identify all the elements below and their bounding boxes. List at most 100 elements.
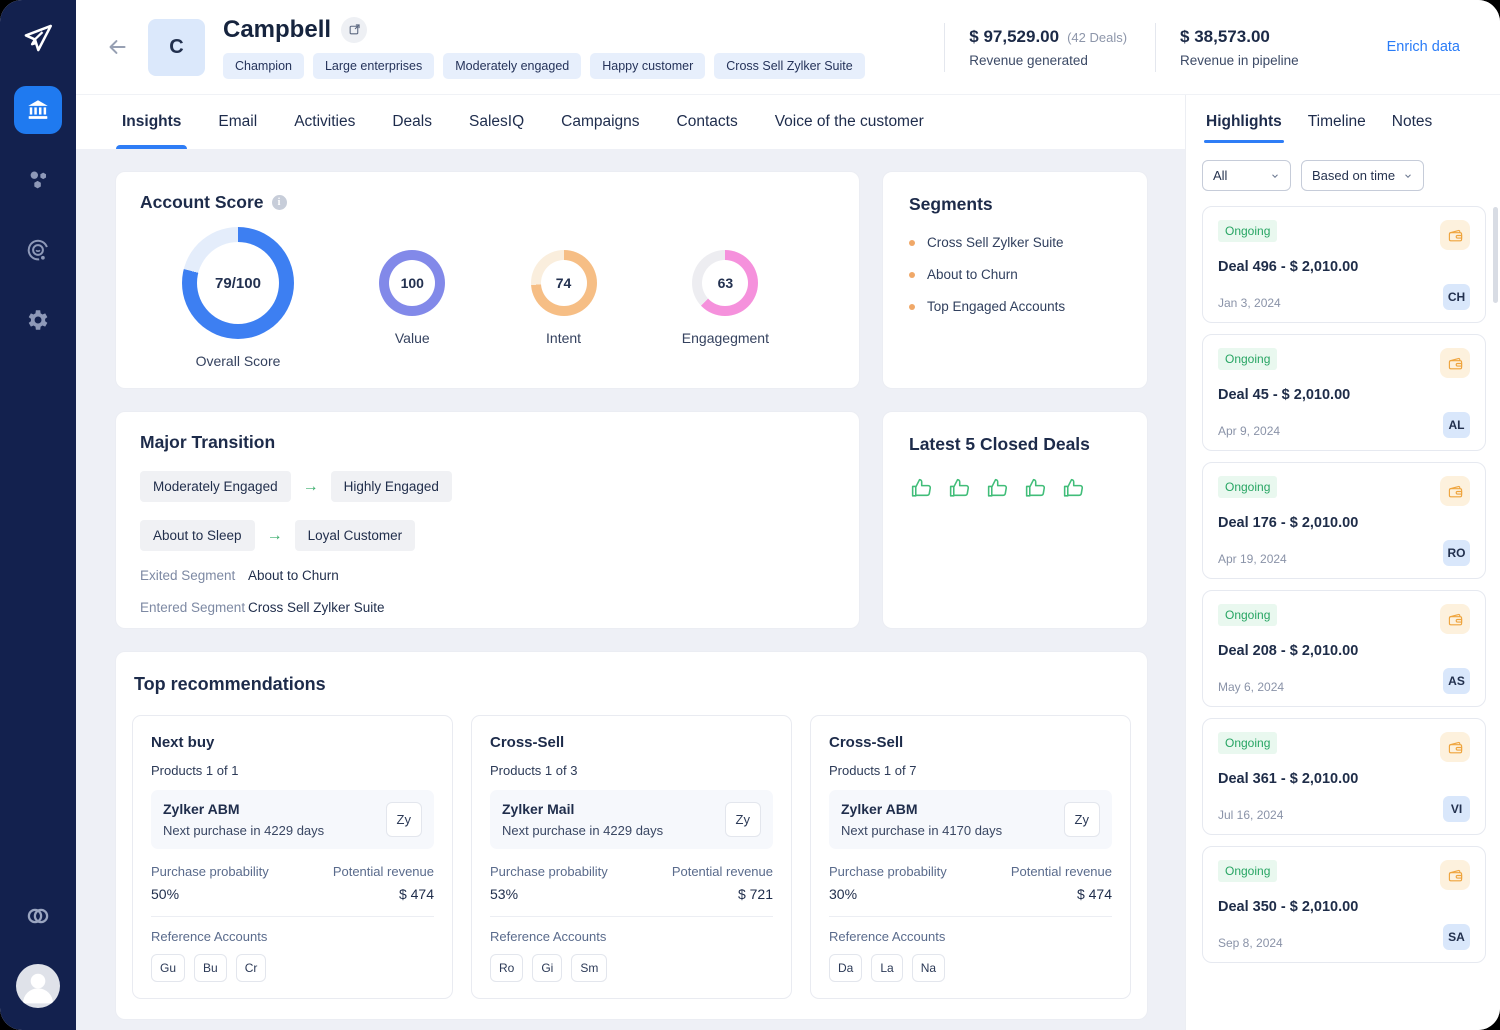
deal-card[interactable]: Ongoing Deal 361 - $ 2,010.00 Jul 16, 20…: [1202, 718, 1486, 835]
tab-highlights[interactable]: Highlights: [1206, 113, 1282, 143]
reference-account-chip[interactable]: La: [871, 954, 902, 982]
potential-revenue: Potential revenue $ 474: [1011, 864, 1112, 902]
reference-account-chip[interactable]: Bu: [194, 954, 227, 982]
wallet-icon: [1440, 476, 1470, 506]
reference-account-chip[interactable]: Ro: [490, 954, 523, 982]
thumbs-up-icon[interactable]: [1061, 475, 1086, 500]
tag[interactable]: Champion: [223, 53, 304, 79]
tag[interactable]: Happy customer: [590, 53, 705, 79]
user-avatar[interactable]: [16, 964, 60, 1008]
status-badge: Ongoing: [1218, 860, 1277, 882]
recommendation-cross-sell-2: Cross-Sell Products 1 of 7 Zylker ABM Ne…: [810, 715, 1131, 999]
potential-revenue: Potential revenue $ 474: [333, 864, 434, 902]
tab-voice-of-customer[interactable]: Voice of the customer: [775, 95, 924, 149]
sidebar-item-assistant[interactable]: [14, 226, 62, 274]
entered-segment-value: Cross Sell Zylker Suite: [248, 600, 385, 615]
arrow-right-icon: →: [303, 478, 319, 496]
product-next-purchase: Next purchase in 4229 days: [163, 823, 386, 838]
tab-notes[interactable]: Notes: [1392, 113, 1433, 143]
reference-account-chip[interactable]: Sm: [571, 954, 607, 982]
scrollbar[interactable]: [1493, 207, 1498, 303]
back-button[interactable]: [102, 32, 132, 62]
sidebar-item-settings[interactable]: [14, 296, 62, 344]
deal-card[interactable]: Ongoing Deal 208 - $ 2,010.00 May 6, 202…: [1202, 590, 1486, 707]
tab-salesiq[interactable]: SalesIQ: [469, 95, 524, 149]
purchase-probability-value: 30%: [829, 886, 947, 902]
tab-activities[interactable]: Activities: [294, 95, 355, 149]
deal-title: Deal 361 - $ 2,010.00: [1218, 771, 1470, 787]
filter-sort-dropdown[interactable]: Based on time: [1301, 160, 1424, 191]
gauge-intent: 74 Intent: [531, 250, 597, 346]
segment-item[interactable]: Top Engaged Accounts: [909, 299, 1121, 314]
deal-highlight-list: Ongoing Deal 496 - $ 2,010.00 Jan 3, 202…: [1202, 206, 1486, 963]
tab-email[interactable]: Email: [218, 95, 257, 149]
deal-title: Deal 45 - $ 2,010.00: [1218, 387, 1470, 403]
reference-account-chip[interactable]: Cr: [236, 954, 267, 982]
segments-card: Segments Cross Sell Zylker Suite About t…: [882, 171, 1148, 389]
major-transition-card: Major Transition Moderately Engaged → Hi…: [115, 411, 860, 629]
reference-accounts-label: Reference Accounts: [151, 929, 434, 944]
owner-initials-badge: SA: [1443, 924, 1470, 950]
transition-row: About to Sleep → Loyal Customer: [140, 520, 835, 551]
sidebar-item-accounts[interactable]: [14, 86, 62, 134]
reference-account-chip[interactable]: Gu: [151, 954, 185, 982]
sidebar-item-suite[interactable]: [14, 892, 62, 940]
thumbs-up-icon[interactable]: [1023, 475, 1048, 500]
revenue-pipeline-amount: $ 38,573.00: [1180, 27, 1270, 47]
product-badge: Zy: [1064, 802, 1100, 837]
segment-item[interactable]: Cross Sell Zylker Suite: [909, 235, 1121, 250]
enrich-data-link[interactable]: Enrich data: [1387, 39, 1460, 55]
transition-row: Moderately Engaged → Highly Engaged: [140, 471, 835, 502]
reference-account-chip[interactable]: Da: [829, 954, 862, 982]
reference-account-chip[interactable]: Gi: [532, 954, 562, 982]
segment-item[interactable]: About to Churn: [909, 267, 1121, 282]
transition-to: Loyal Customer: [295, 520, 416, 551]
tab-contacts[interactable]: Contacts: [677, 95, 738, 149]
status-badge: Ongoing: [1218, 604, 1277, 626]
tag[interactable]: Cross Sell Zylker Suite: [714, 53, 864, 79]
recommendation-type: Cross-Sell: [490, 734, 773, 751]
revenue-generated-amount: $ 97,529.00: [969, 27, 1059, 47]
deal-card[interactable]: Ongoing Deal 496 - $ 2,010.00 Jan 3, 202…: [1202, 206, 1486, 323]
tab-insights[interactable]: Insights: [122, 95, 181, 149]
product-badge: Zy: [386, 802, 422, 837]
recommendation-type: Cross-Sell: [829, 734, 1112, 751]
closed-deals-thumbs: [909, 475, 1121, 500]
overall-score-label: Overall Score: [196, 353, 281, 369]
tab-campaigns[interactable]: Campaigns: [561, 95, 639, 149]
tab-timeline[interactable]: Timeline: [1308, 113, 1366, 143]
open-record-icon[interactable]: [341, 17, 367, 43]
thumbs-up-icon[interactable]: [947, 475, 972, 500]
bullet-icon: [909, 272, 915, 278]
deal-title: Deal 176 - $ 2,010.00: [1218, 515, 1470, 531]
reference-account-chip[interactable]: Na: [912, 954, 945, 982]
deal-date: Jan 3, 2024: [1218, 296, 1281, 310]
revenue-generated-deals: (42 Deals): [1067, 30, 1127, 45]
thumbs-up-icon[interactable]: [985, 475, 1010, 500]
products-count: Products 1 of 7: [829, 763, 1112, 778]
deal-card[interactable]: Ongoing Deal 350 - $ 2,010.00 Sep 8, 202…: [1202, 846, 1486, 963]
exited-segment-value: About to Churn: [248, 568, 339, 583]
info-icon[interactable]: i: [272, 195, 287, 210]
sidebar-item-contacts[interactable]: [14, 156, 62, 204]
assistant-icon: [24, 236, 52, 264]
product-row[interactable]: Zylker ABM Next purchase in 4229 days Zy: [151, 790, 434, 849]
deal-card[interactable]: Ongoing Deal 176 - $ 2,010.00 Apr 19, 20…: [1202, 462, 1486, 579]
tab-deals[interactable]: Deals: [392, 95, 432, 149]
owner-initials-badge: RO: [1443, 540, 1470, 566]
closed-deals-card: Latest 5 Closed Deals: [882, 411, 1148, 629]
thumbs-up-icon[interactable]: [909, 475, 934, 500]
deal-date: Apr 9, 2024: [1218, 424, 1280, 438]
exited-segment-label: Exited Segment: [140, 568, 248, 583]
product-row[interactable]: Zylker Mail Next purchase in 4229 days Z…: [490, 790, 773, 849]
wallet-icon: [1440, 348, 1470, 378]
product-row[interactable]: Zylker ABM Next purchase in 4170 days Zy: [829, 790, 1112, 849]
owner-initials-badge: AS: [1443, 668, 1470, 694]
recommendation-cross-sell-1: Cross-Sell Products 1 of 3 Zylker Mail N…: [471, 715, 792, 999]
app-logo-send-icon[interactable]: [18, 18, 58, 58]
tag[interactable]: Moderately engaged: [443, 53, 581, 79]
filter-type-dropdown[interactable]: All: [1202, 160, 1291, 191]
deal-card[interactable]: Ongoing Deal 45 - $ 2,010.00 Apr 9, 2024…: [1202, 334, 1486, 451]
tag[interactable]: Large enterprises: [313, 53, 434, 79]
purchase-probability: Purchase probability 50%: [151, 864, 269, 902]
